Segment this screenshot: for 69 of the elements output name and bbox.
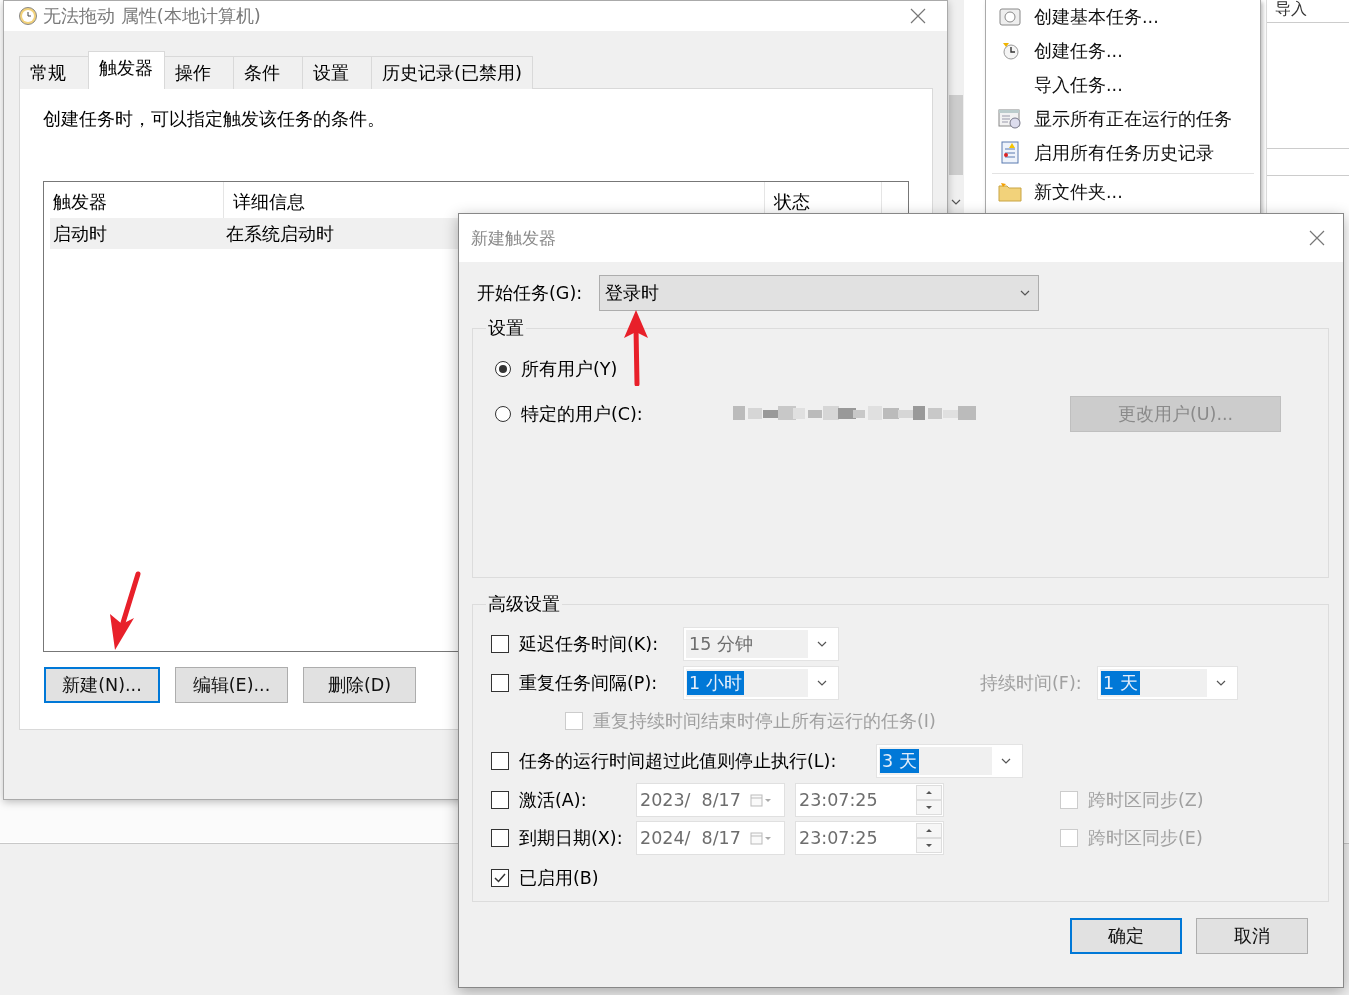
chevron-down-icon	[817, 680, 827, 686]
button[interactable]: 取消	[1196, 918, 1308, 954]
checkbox[interactable]	[491, 869, 509, 887]
button[interactable]: 确定	[1070, 918, 1182, 954]
radio-button[interactable]	[495, 405, 511, 422]
button[interactable]: 编辑(E)...	[175, 667, 288, 703]
close-button[interactable]	[1307, 228, 1327, 248]
calendar-icon	[750, 793, 772, 807]
checkbox-label: 跨时区同步(Z)	[1088, 789, 1204, 812]
checkbox-label: 跨时区同步(E)	[1088, 827, 1203, 850]
checkbox[interactable]	[491, 829, 509, 847]
field-label: 持续时间(F):	[980, 672, 1083, 695]
panel-text: 导入	[1275, 0, 1307, 18]
tab[interactable]: 常规	[19, 56, 89, 89]
scrollbar[interactable]	[948, 0, 964, 215]
tab[interactable]: 触发器	[88, 51, 165, 89]
chevron-down-icon	[817, 641, 827, 647]
table-cell-text: 在系统启动时	[225, 222, 334, 246]
tab[interactable]: 条件	[233, 56, 303, 89]
calendar-icon	[750, 831, 772, 845]
menu-item[interactable]: 创建任务...	[992, 34, 1260, 68]
checkbox-label: 任务的运行时间超过此值则停止执行(L):	[519, 749, 837, 773]
checkbox-label: 到期日期(X):	[519, 827, 623, 850]
table-cell-text: 启动时	[52, 222, 108, 246]
checkbox[interactable]	[491, 635, 509, 653]
begin-task-dropdown[interactable]: 登录时	[599, 275, 1039, 311]
chevron-down-icon	[1001, 757, 1011, 764]
menu-item[interactable]: 显示所有正在运行的任务	[992, 102, 1260, 136]
radio-button[interactable]	[495, 360, 511, 377]
task-list-icon	[998, 108, 1022, 130]
chevron-down-icon	[951, 199, 961, 205]
menu-item[interactable]: 启用所有任务历史记录	[992, 136, 1260, 170]
date-field[interactable]: 2024/ 8/17	[636, 821, 785, 855]
checkbox[interactable]	[491, 751, 509, 770]
date-field[interactable]: 2023/ 8/17	[636, 783, 785, 817]
clock-icon	[1000, 41, 1020, 61]
menu-item[interactable]: 导入任务...	[992, 68, 1260, 102]
tab[interactable]: 历史记录(已禁用)	[371, 56, 534, 89]
field-label: 开始任务(G):	[477, 282, 584, 305]
group-label: 高级设置	[487, 592, 561, 616]
dialog-title: 新建触发器	[471, 226, 556, 250]
chevron-down-icon	[1020, 290, 1030, 296]
description-text: 创建任务时，可以指定触发该任务的条件。	[43, 108, 386, 131]
tab[interactable]: 设置	[302, 56, 372, 89]
checkbox-label: 延迟任务时间(K):	[519, 633, 659, 656]
button[interactable]: 新建(N)...	[44, 667, 160, 703]
clock-icon	[18, 6, 38, 26]
group-label: 设置	[487, 316, 525, 340]
spinner-icon	[916, 785, 942, 815]
time-field[interactable]: 23:07:25	[795, 783, 944, 817]
checkbox[interactable]	[491, 791, 509, 809]
checkbox-label: 重复任务间隔(P):	[519, 672, 658, 695]
time-field[interactable]: 23:07:25	[795, 821, 944, 855]
window-title: 无法拖动 属性(本地计算机)	[43, 4, 261, 28]
menu-item[interactable]: 新文件夹...	[992, 173, 1254, 210]
checkbox-label: 已启用(B)	[519, 867, 599, 890]
checkbox-label: 重复持续时间结束时停止所有运行的任务(I)	[593, 710, 936, 733]
radio-label: 所有用户(Y)	[521, 357, 619, 381]
folder-icon	[998, 182, 1022, 202]
log-icon	[999, 141, 1021, 165]
wizard-icon	[999, 8, 1021, 26]
chevron-down-icon	[1216, 680, 1226, 686]
spinner-icon	[916, 823, 942, 853]
checkbox[interactable]	[491, 674, 509, 692]
radio-label: 特定的用户(C):	[521, 402, 644, 426]
checkbox-label: 激活(A):	[519, 789, 587, 812]
tab[interactable]: 操作	[164, 56, 234, 89]
button[interactable]: 删除(D)	[303, 667, 416, 703]
menu-item[interactable]: 创建基本任务...	[992, 0, 1260, 34]
